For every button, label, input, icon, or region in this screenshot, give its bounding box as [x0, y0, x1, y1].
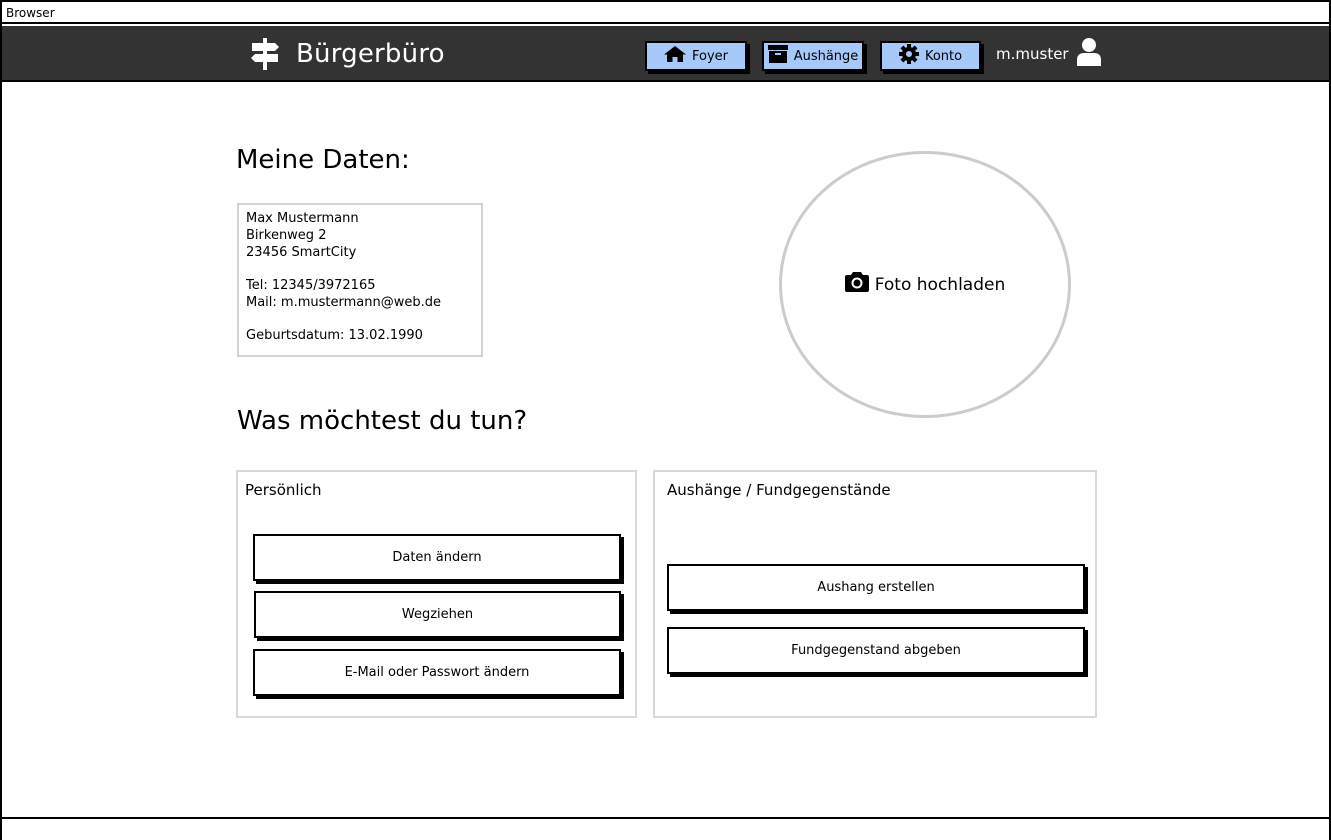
personal-panel: Persönlich Daten ändern Wegziehen E-Mail… — [236, 470, 637, 718]
nav-konto-button[interactable]: Konto — [880, 41, 981, 71]
profile-city: 23456 SmartCity — [246, 245, 357, 260]
browser-window: Browser Bürgerbüro Foyer Aushänge Konto … — [0, 0, 1331, 840]
profile-street: Birkenweg 2 — [246, 228, 327, 243]
home-icon — [663, 46, 692, 66]
my-data-heading: Meine Daten: — [236, 145, 410, 175]
profile-phone: Tel: 12345/3972165 — [246, 278, 376, 293]
brand-title: Bürgerbüro — [296, 39, 445, 69]
create-posting-button[interactable]: Aushang erstellen — [667, 564, 1085, 611]
actions-heading: Was möchtest du tun? — [237, 406, 528, 436]
submit-found-item-button[interactable]: Fundgegenstand abgeben — [667, 627, 1085, 674]
nav-foyer-label: Foyer — [691, 48, 728, 64]
brand[interactable]: Bürgerbüro — [248, 36, 445, 72]
status-bar — [2, 817, 1329, 840]
postings-panel-title: Aushänge / Fundgegenstände — [667, 481, 891, 499]
personal-data-box: Max Mustermann Birkenweg 2 23456 SmartCi… — [237, 203, 483, 357]
archive-icon — [767, 45, 794, 67]
signpost-icon — [248, 37, 282, 71]
photo-upload-label: Foto hochladen — [874, 274, 1006, 295]
user-icon — [1069, 38, 1101, 70]
profile-name: Max Mustermann — [246, 211, 359, 226]
photo-upload[interactable]: Foto hochladen — [779, 151, 1071, 418]
move-away-button[interactable]: Wegziehen — [254, 591, 621, 638]
gear-icon — [898, 44, 925, 68]
window-title: Browser — [2, 2, 1329, 24]
camera-icon — [844, 272, 875, 297]
postings-panel: Aushänge / Fundgegenstände Aushang erste… — [653, 470, 1097, 718]
nav-foyer-button[interactable]: Foyer — [645, 41, 747, 71]
username: m.muster — [996, 45, 1069, 63]
nav-aushaenge-label: Aushänge — [793, 48, 859, 64]
nav-aushaenge-button[interactable]: Aushänge — [762, 41, 864, 71]
change-data-button[interactable]: Daten ändern — [253, 534, 621, 581]
personal-panel-title: Persönlich — [245, 481, 322, 499]
user-menu[interactable]: m.muster — [996, 38, 1101, 70]
profile-birthdate: Geburtsdatum: 13.02.1990 — [246, 328, 423, 343]
nav-konto-label: Konto — [924, 48, 963, 64]
change-email-password-button[interactable]: E-Mail oder Passwort ändern — [253, 649, 621, 696]
top-navbar: Bürgerbüro Foyer Aushänge Konto m.muster — [2, 26, 1329, 82]
profile-mail: Mail: m.mustermann@web.de — [246, 295, 441, 310]
